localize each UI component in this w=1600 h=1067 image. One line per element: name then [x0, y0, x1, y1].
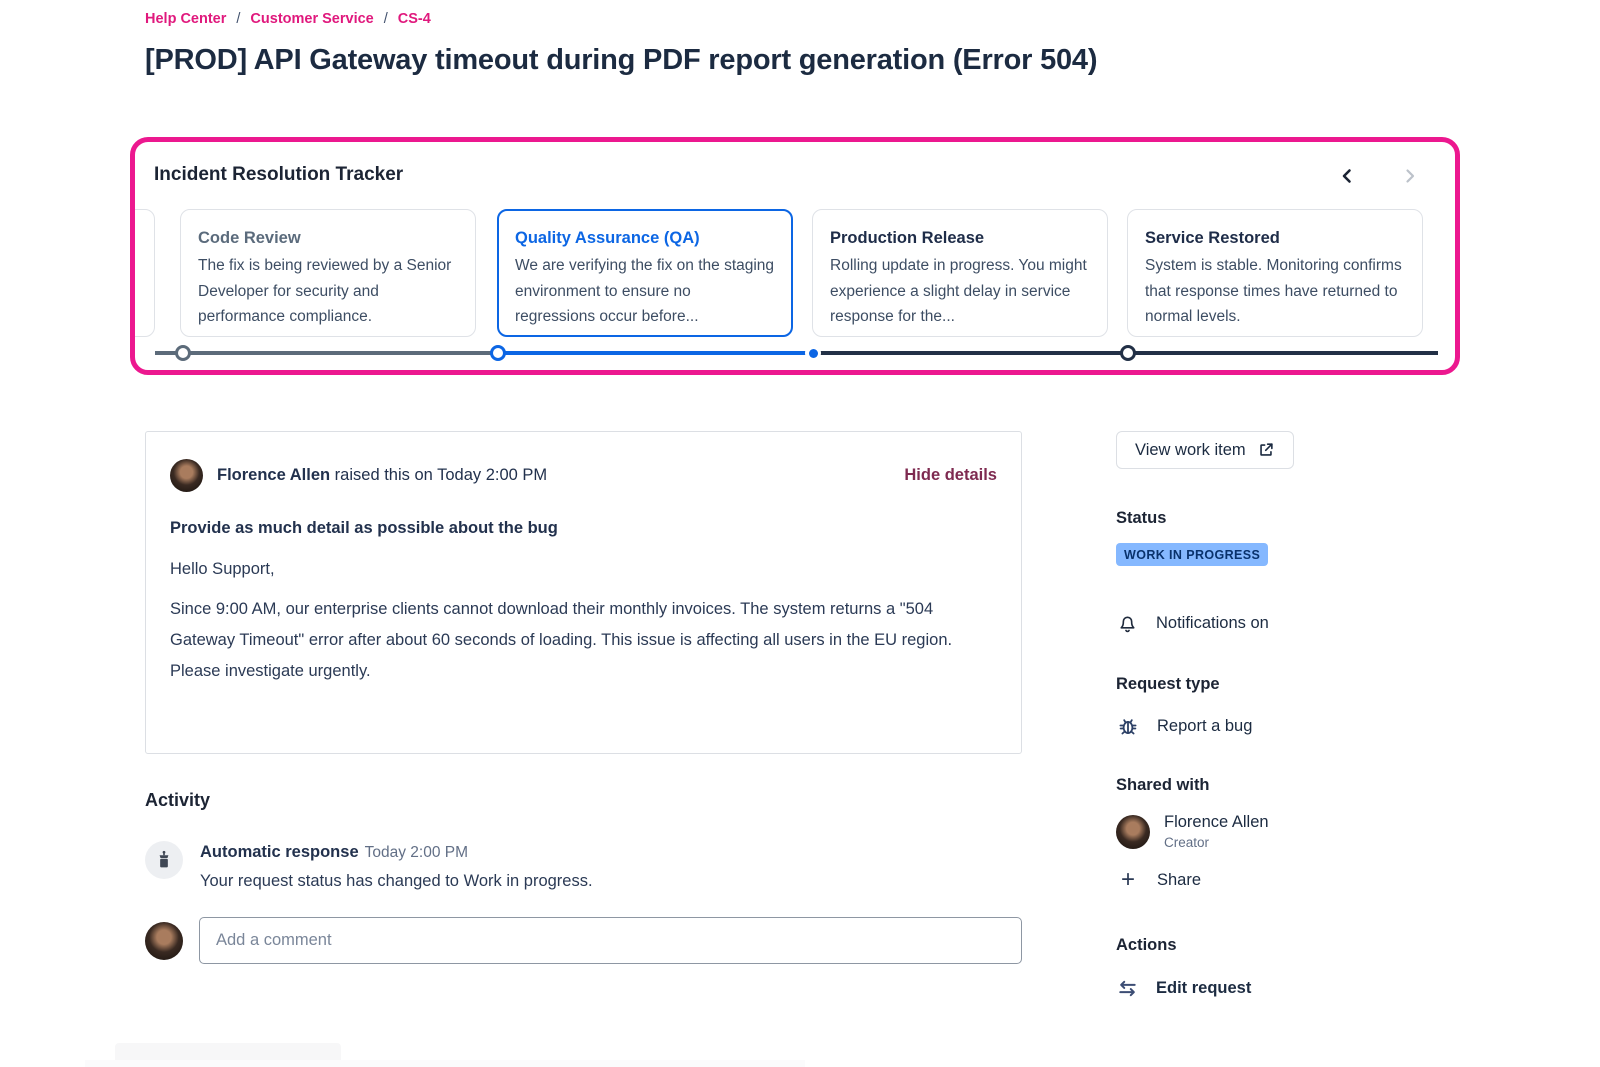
step-card-production-release[interactable]: Production Release Rolling update in pro… [812, 209, 1108, 337]
reporter-name: Florence Allen [217, 466, 330, 484]
reporter-avatar [170, 459, 203, 492]
step-card-service-restored[interactable]: Service Restored System is stable. Monit… [1127, 209, 1423, 337]
breadcrumb-help-center[interactable]: Help Center [145, 11, 226, 27]
timeline-dot-quality-assurance [490, 345, 506, 361]
share-button[interactable]: + Share [1116, 870, 1456, 890]
tracker-next-button[interactable] [1396, 162, 1424, 190]
step-card-code-review[interactable]: Code Review The fix is being reviewed by… [180, 209, 476, 337]
swap-arrows-icon [1116, 977, 1139, 1000]
request-type-label: Report a bug [1157, 717, 1252, 736]
step-title: Quality Assurance (QA) [515, 229, 775, 248]
request-raised-text: Florence Allen raised this on Today 2:00… [217, 466, 547, 485]
breadcrumb-customer-service[interactable]: Customer Service [250, 11, 373, 27]
robot-avatar [145, 841, 183, 879]
activity-item-text: Automatic response Today 2:00 PM Your req… [200, 841, 593, 891]
person-role: Creator [1164, 835, 1269, 850]
activity-message: Your request status has changed to Work … [200, 872, 593, 891]
timeline-dot-service-restored [1120, 345, 1136, 361]
bug-icon [1116, 714, 1140, 738]
step-description: The fix is being reviewed by a Senior De… [198, 253, 458, 330]
request-type-heading: Request type [1116, 675, 1456, 694]
notifications-label: Notifications on [1156, 614, 1269, 633]
bell-icon [1116, 612, 1139, 635]
shared-person-row: Florence Allen Creator [1116, 813, 1456, 850]
comment-row [145, 917, 1022, 964]
request-details-card: Florence Allen raised this on Today 2:00… [145, 431, 1022, 754]
step-title: Service Restored [1145, 229, 1405, 248]
activity-author: Automatic response [200, 843, 359, 861]
chevron-right-icon [1400, 166, 1420, 186]
person-avatar [1116, 815, 1150, 849]
chevron-left-icon [1337, 166, 1357, 186]
person-info: Florence Allen Creator [1164, 813, 1269, 850]
step-description: System is stable. Monitoring confirms th… [1145, 253, 1405, 330]
tracker-title: Incident Resolution Tracker [154, 164, 403, 186]
view-work-item-button[interactable]: View work item [1116, 431, 1294, 469]
hide-details-link[interactable]: Hide details [904, 466, 997, 485]
request-greeting: Hello Support, [170, 560, 997, 579]
tracker-prev-button[interactable] [1333, 162, 1361, 190]
edit-request-label: Edit request [1156, 979, 1251, 998]
timeline-dot-production-release [805, 345, 821, 361]
step-card-quality-assurance[interactable]: Quality Assurance (QA) We are verifying … [497, 209, 793, 337]
step-title: Code Review [198, 229, 458, 248]
robot-icon [153, 849, 175, 871]
sidebar: View work item Status WORK IN PROGRESS N… [1116, 431, 1456, 1000]
timeline-segment-done [155, 351, 499, 355]
request-type-value: Report a bug [1116, 714, 1456, 738]
share-label: Share [1157, 871, 1201, 890]
step-title: Production Release [830, 229, 1090, 248]
status-heading: Status [1116, 509, 1456, 528]
activity-title: Activity [145, 790, 1022, 811]
cutoff-element [85, 1060, 805, 1067]
step-description: Rolling update in progress. You might ex… [830, 253, 1090, 330]
add-comment-input[interactable] [199, 917, 1022, 964]
edit-request-button[interactable]: Edit request [1116, 977, 1456, 1000]
step-card-partial [130, 209, 155, 337]
activity-timestamp: Today 2:00 PM [365, 844, 468, 861]
external-link-icon [1257, 441, 1275, 459]
incident-resolution-tracker: Incident Resolution Tracker Code Review … [130, 137, 1460, 375]
request-body: Since 9:00 AM, our enterprise clients ca… [170, 594, 997, 687]
person-name: Florence Allen [1164, 813, 1269, 832]
activity-item-automatic-response: Automatic response Today 2:00 PM Your req… [145, 841, 1022, 891]
request-field-label: Provide as much detail as possible about… [170, 519, 997, 538]
status-badge: WORK IN PROGRESS [1116, 543, 1268, 566]
timeline-dot-code-review [175, 345, 191, 361]
plus-icon: + [1116, 870, 1140, 890]
breadcrumb-ticket-key[interactable]: CS-4 [398, 11, 431, 27]
notifications-toggle[interactable]: Notifications on [1116, 612, 1456, 635]
current-user-avatar [145, 922, 183, 960]
timeline-segment-active [499, 351, 814, 355]
actions-heading: Actions [1116, 936, 1456, 955]
breadcrumb: Help Center / Customer Service / CS-4 [145, 11, 431, 27]
page-title: [PROD] API Gateway timeout during PDF re… [145, 44, 1097, 77]
shared-with-heading: Shared with [1116, 776, 1456, 795]
breadcrumb-separator: / [236, 11, 240, 27]
breadcrumb-separator: / [384, 11, 388, 27]
main-column: Florence Allen raised this on Today 2:00… [145, 431, 1022, 964]
step-description: We are verifying the fix on the staging … [515, 253, 775, 330]
request-header: Florence Allen raised this on Today 2:00… [170, 459, 997, 492]
